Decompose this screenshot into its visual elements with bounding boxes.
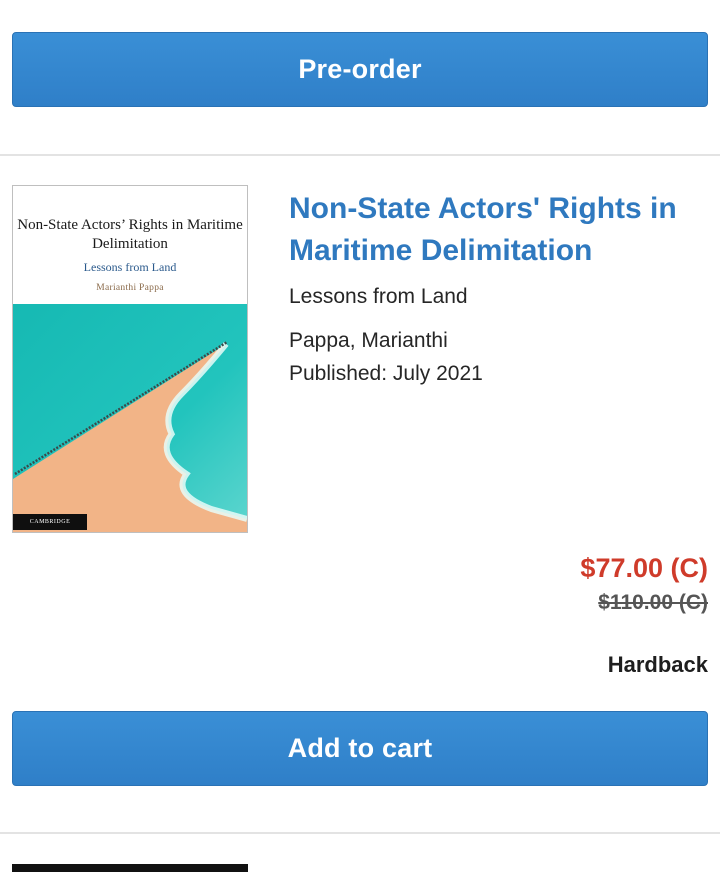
- cover-text-area: Non-State Actors’ Rights in Maritime Del…: [13, 186, 247, 304]
- cover-subtitle: Lessons from Land: [83, 260, 177, 274]
- cover-author: Marianthi Pappa: [96, 283, 164, 293]
- product-author: Pappa, Marianthi: [289, 329, 448, 352]
- cover-title: Non-State Actors’ Rights in Maritime Del…: [17, 217, 243, 252]
- product-page: Pre-order Non-State Actors’ Rights in Ma…: [0, 0, 720, 872]
- divider: [0, 832, 720, 834]
- product-format: Hardback: [607, 652, 708, 677]
- next-book-cover-edge[interactable]: [12, 864, 248, 872]
- cover-aerial-beach-illustration: [13, 304, 247, 532]
- add-to-cart-button[interactable]: Add to cart: [12, 711, 708, 786]
- product-title-link[interactable]: Non-State Actors' Rights in Maritime Del…: [289, 188, 709, 272]
- original-price: $110.00 (C): [598, 591, 708, 614]
- publisher-logo: CAMBRIDGE: [13, 514, 87, 530]
- publication-date: Published: July 2021: [289, 362, 483, 385]
- book-cover-image[interactable]: Non-State Actors’ Rights in Maritime Del…: [12, 185, 248, 533]
- divider: [0, 154, 720, 156]
- sale-price: $77.00 (C): [580, 553, 708, 583]
- product-subtitle: Lessons from Land: [289, 285, 468, 308]
- pre-order-button[interactable]: Pre-order: [12, 32, 708, 107]
